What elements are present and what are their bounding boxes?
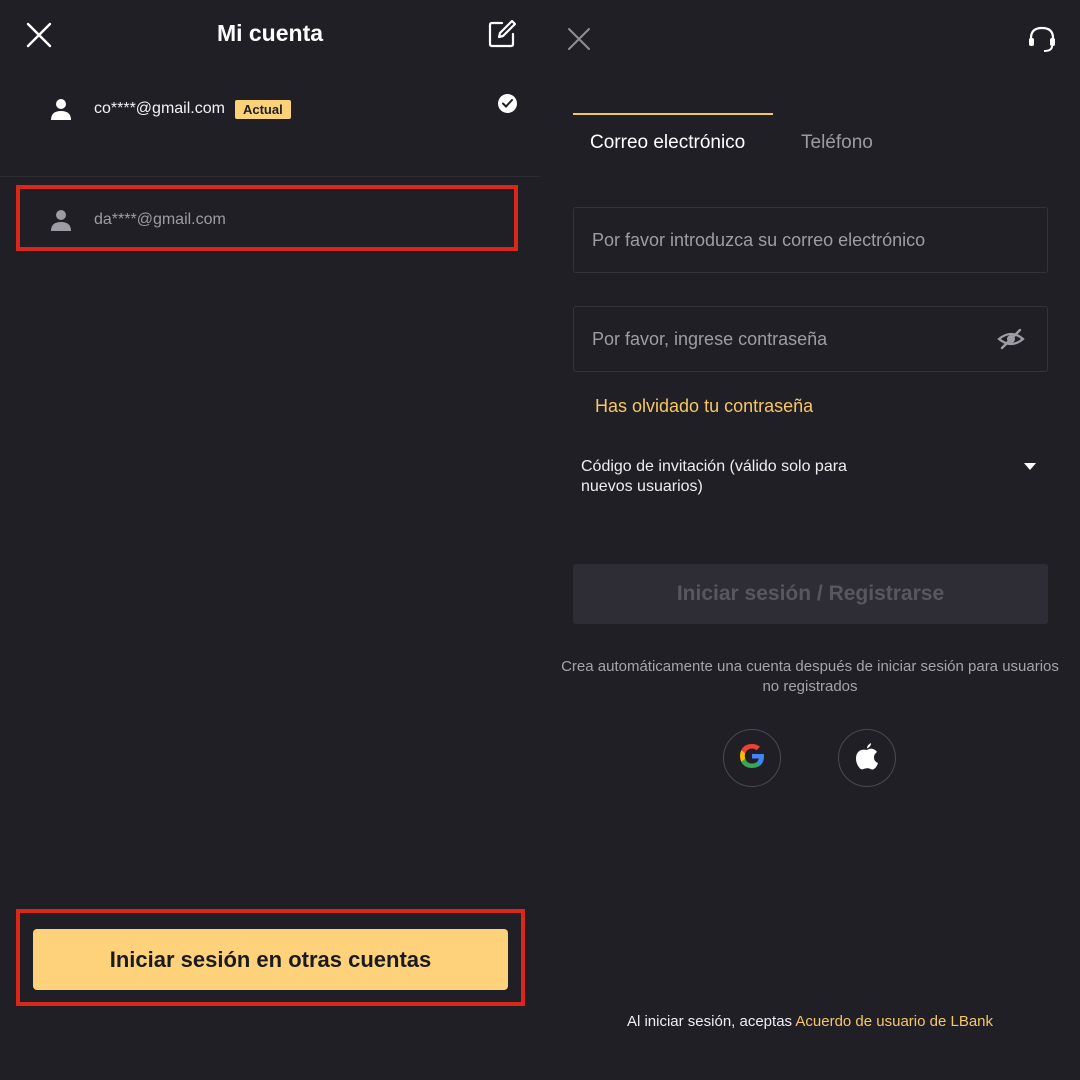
- account-email: da****@gmail.com: [94, 211, 226, 228]
- email-field[interactable]: [573, 207, 1048, 273]
- account-row-current[interactable]: co****@gmail.com Actual: [0, 77, 540, 141]
- current-badge: Actual: [234, 99, 291, 119]
- page-title: Mi cuenta: [216, 20, 324, 46]
- tab-phone[interactable]: Teléfono: [801, 132, 873, 154]
- close-icon[interactable]: [564, 24, 594, 54]
- caret-down-icon[interactable]: [1023, 459, 1037, 470]
- user-icon: [50, 98, 72, 120]
- support-headset-icon[interactable]: [1025, 22, 1059, 56]
- apple-login-button[interactable]: [838, 729, 896, 787]
- close-icon[interactable]: [22, 18, 56, 52]
- login-other-accounts-button[interactable]: Iniciar sesión en otras cuentas: [33, 929, 508, 990]
- apple-icon: [854, 742, 880, 775]
- password-field[interactable]: [573, 306, 1048, 372]
- account-email: co****@gmail.com: [94, 100, 225, 117]
- password-input[interactable]: [590, 327, 974, 351]
- eye-off-icon[interactable]: [997, 327, 1025, 351]
- google-icon: [738, 742, 766, 775]
- login-panel: Correo electrónico Teléfono Has olvidado…: [540, 0, 1080, 1080]
- divider: [0, 176, 540, 177]
- auto-create-note: Crea automáticamente una cuenta después …: [561, 658, 1059, 695]
- check-circle-icon: [498, 94, 517, 113]
- account-row-other[interactable]: da****@gmail.com: [0, 188, 540, 252]
- user-icon: [50, 209, 72, 231]
- active-tab-indicator: [573, 113, 773, 115]
- email-input[interactable]: [590, 228, 994, 252]
- invite-code-label[interactable]: Código de invitación (válido solo para n…: [581, 457, 901, 497]
- account-switcher-panel: Mi cuenta co****@gmail.com Actual da****…: [0, 0, 540, 1080]
- edit-icon[interactable]: [486, 18, 518, 50]
- user-agreement-link[interactable]: Acuerdo de usuario de LBank: [795, 1013, 993, 1030]
- user-agreement-text: Al iniciar sesión, aceptas Acuerdo de us…: [540, 1013, 1080, 1030]
- forgot-password-link[interactable]: Has olvidado tu contraseña: [595, 396, 813, 417]
- login-register-button[interactable]: Iniciar sesión / Registrarse: [573, 564, 1048, 624]
- google-login-button[interactable]: [723, 729, 781, 787]
- tab-email[interactable]: Correo electrónico: [590, 132, 745, 154]
- agreement-prefix: Al iniciar sesión, aceptas: [626, 1013, 793, 1030]
